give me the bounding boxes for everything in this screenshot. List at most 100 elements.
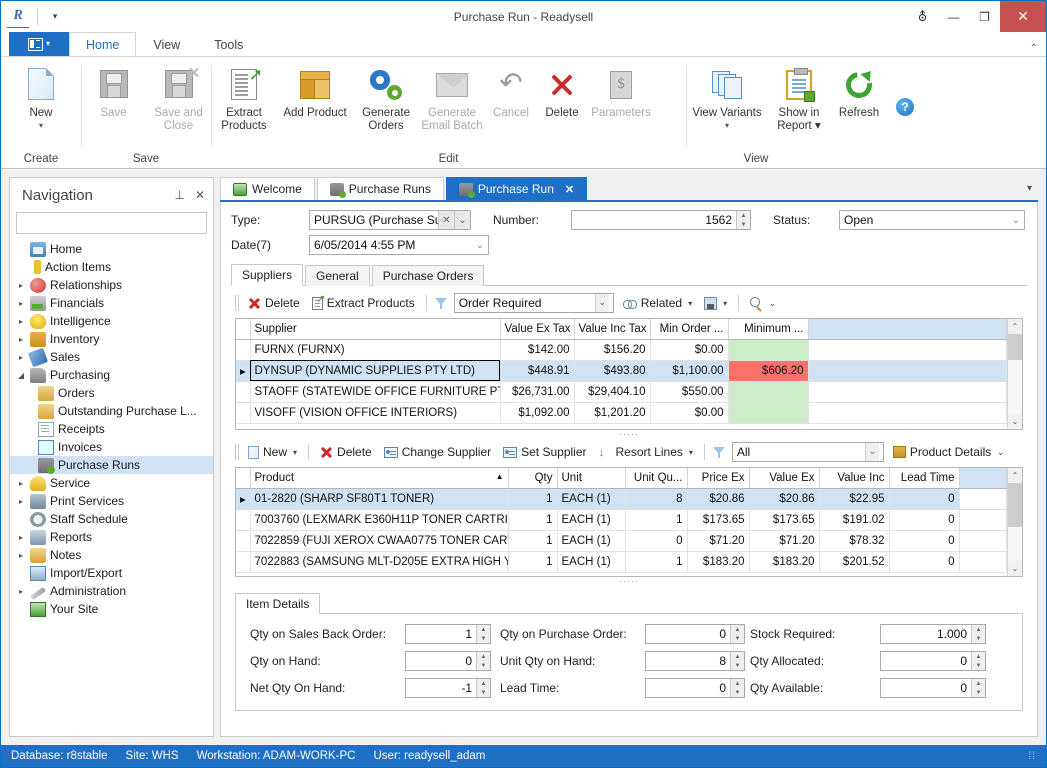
qty-available-field[interactable]: 0 ▲▼ <box>880 678 986 698</box>
delete-button[interactable]: Delete <box>537 63 587 120</box>
cell-supplier[interactable]: FURNX (FURNX) <box>250 339 500 360</box>
doc-tab-purchase-runs[interactable]: Purchase Runs <box>317 177 444 200</box>
cell-value-inc[interactable]: $78.32 <box>819 530 889 551</box>
col-value-ex[interactable]: Value Ex <box>749 468 819 488</box>
sidebar-item-purchasing[interactable]: ◢Purchasing <box>10 366 213 384</box>
suppliers-vertical-scrollbar[interactable]: ⌃ ⌄ <box>1007 319 1022 429</box>
cell-min-order[interactable]: $1,100.00 <box>650 360 728 381</box>
suppliers-search-button[interactable]: ⌄ <box>747 296 779 311</box>
clear-icon[interactable]: ✕ <box>438 211 454 229</box>
qty-allocated-field[interactable]: 0 ▲▼ <box>880 651 986 671</box>
number-spinner[interactable]: ▲▼ <box>736 211 750 229</box>
navigation-search-input[interactable] <box>16 212 207 234</box>
application-menu-button[interactable]: ▾ <box>9 32 69 56</box>
close-icon[interactable]: ✕ <box>195 188 205 202</box>
col-value-ex-tax[interactable]: Value Ex Tax <box>500 319 574 339</box>
sidebar-item-sales[interactable]: ▸Sales <box>10 348 213 366</box>
stepper[interactable]: ▲▼ <box>971 625 985 643</box>
refresh-button[interactable]: Refresh <box>830 63 888 120</box>
cell-unit-qty[interactable]: 1 <box>625 551 687 572</box>
cell-min-order[interactable]: $0.00 <box>650 339 728 360</box>
cell-value-inc-tax[interactable]: $29,404.10 <box>574 381 650 402</box>
tab-suppliers[interactable]: Suppliers <box>231 264 303 286</box>
chevron-down-icon[interactable]: ⌄ <box>595 294 609 312</box>
restore-up-icon[interactable]: ⛢ <box>907 1 938 32</box>
col-minimum[interactable]: Minimum ... <box>728 319 808 339</box>
cell-value-ex-tax[interactable]: $142.00 <box>500 339 574 360</box>
close-icon[interactable]: ✕ <box>565 183 574 196</box>
change-supplier-button[interactable]: Change Supplier <box>381 444 494 460</box>
chevron-down-icon[interactable]: ⌄ <box>454 211 470 229</box>
scroll-thumb[interactable] <box>1008 483 1022 527</box>
products-vertical-scrollbar[interactable]: ⌃ ⌄ <box>1007 468 1022 576</box>
show-in-report-button[interactable]: Show in Report ▾ <box>768 63 830 133</box>
chevron-down-icon[interactable]: ⌄ <box>472 236 488 254</box>
type-field[interactable]: PURSUG (Purchase Suggest... ✕ ⌄ <box>309 210 471 230</box>
extract-products-button[interactable]: ➚ Extract Products <box>211 63 277 133</box>
chevron-down-icon[interactable]: ⌄ <box>1008 211 1024 229</box>
save-button[interactable]: Save <box>81 63 146 120</box>
cell-qty[interactable]: 1 <box>508 488 557 509</box>
cell-value-ex-tax[interactable]: $1,092.00 <box>500 402 574 423</box>
cell-supplier[interactable]: VISOFF (VISION OFFICE INTERIORS) <box>250 402 500 423</box>
cell-supplier[interactable]: STAOFF (STATEWIDE OFFICE FURNITURE PTY L… <box>250 381 500 402</box>
cell-unit[interactable]: EACH (1) <box>557 509 625 530</box>
cell-value-ex-tax[interactable]: $26,731.00 <box>500 381 574 402</box>
cell-lead-time[interactable]: 0 <box>889 530 959 551</box>
cell-price-ex[interactable]: $173.65 <box>687 509 749 530</box>
suppliers-delete-button[interactable]: Delete <box>245 295 303 311</box>
cell-unit-qty[interactable]: 8 <box>625 488 687 509</box>
scroll-track[interactable] <box>1008 483 1022 561</box>
cell-supplier[interactable]: DYNSUP (DYNAMIC SUPPLIES PTY LTD) <box>250 360 500 381</box>
sidebar-item-receipts[interactable]: Receipts <box>10 420 213 438</box>
table-row[interactable]: FURNX (FURNX) $142.00 $156.20 $0.00 <box>236 339 1007 360</box>
cell-unit-qty[interactable]: 1 <box>625 509 687 530</box>
products-splitter[interactable]: ····· <box>235 577 1023 588</box>
tab-overflow-icon[interactable]: ▾ <box>1021 177 1038 200</box>
expander[interactable]: ▸ <box>16 587 26 596</box>
col-value-inc-tax[interactable]: Value Inc Tax <box>574 319 650 339</box>
expander[interactable]: ▸ <box>16 335 26 344</box>
tab-item-details[interactable]: Item Details <box>235 593 320 614</box>
sidebar-item-inventory[interactable]: ▸Inventory <box>10 330 213 348</box>
minimize-button[interactable]: — <box>938 1 969 32</box>
date-field[interactable]: 6/05/2014 4:55 PM ⌄ <box>309 235 489 255</box>
stepper[interactable]: ▲▼ <box>730 679 744 697</box>
expander[interactable]: ▸ <box>16 299 26 308</box>
sidebar-item-service[interactable]: ▸Service <box>10 474 213 492</box>
suppliers-save-layout-button[interactable]: ▾ <box>701 296 730 311</box>
toolbar-grip[interactable] <box>235 295 239 311</box>
col-unit[interactable]: Unit <box>557 468 625 488</box>
lead-time-field[interactable]: 0 ▲▼ <box>645 678 745 698</box>
sidebar-item-outstanding-purchase[interactable]: Outstanding Purchase L... <box>10 402 213 420</box>
table-row[interactable]: 7022883 (SAMSUNG MLT-D205E EXTRA HIGH YI… <box>236 551 1007 572</box>
cell-lead-time[interactable]: 0 <box>889 551 959 572</box>
cell-lead-time[interactable]: 0 <box>889 509 959 530</box>
expander[interactable]: ▸ <box>16 479 26 488</box>
tab-view[interactable]: View <box>136 32 197 56</box>
filter-icon[interactable] <box>713 446 726 459</box>
cell-qty[interactable]: 1 <box>508 509 557 530</box>
cell-min-order[interactable]: $550.00 <box>650 381 728 402</box>
number-field[interactable]: 1562 ▲▼ <box>571 210 751 230</box>
maximize-button[interactable]: ❐ <box>969 1 1000 32</box>
cell-value-ex[interactable]: $71.20 <box>749 530 819 551</box>
table-row[interactable]: VISOFF (VISION OFFICE INTERIORS) $1,092.… <box>236 402 1007 423</box>
tab-tools[interactable]: Tools <box>197 32 260 56</box>
tab-home[interactable]: Home <box>69 32 136 56</box>
cell-price-ex[interactable]: $20.86 <box>687 488 749 509</box>
cell-unit[interactable]: EACH (1) <box>557 530 625 551</box>
cell-qty[interactable]: 1 <box>508 551 557 572</box>
cell-value-inc-tax[interactable]: $1,201.20 <box>574 402 650 423</box>
table-row[interactable]: STAOFF (STATEWIDE OFFICE FURNITURE PTY L… <box>236 381 1007 402</box>
qty-purchase-order-field[interactable]: 0 ▲▼ <box>645 624 745 644</box>
scroll-thumb[interactable] <box>1008 334 1022 360</box>
cell-product[interactable]: 01-2820 (SHARP SF80T1 TONER) <box>250 488 508 509</box>
sidebar-item-financials[interactable]: ▸Financials <box>10 294 213 312</box>
related-button[interactable]: Related ▾ <box>620 295 695 311</box>
scroll-track[interactable] <box>1008 334 1022 414</box>
cell-unit[interactable]: EACH (1) <box>557 488 625 509</box>
sidebar-item-staff-schedule[interactable]: Staff Schedule <box>10 510 213 528</box>
sidebar-item-action-items[interactable]: Action Items <box>10 258 213 276</box>
doc-tab-welcome[interactable]: Welcome <box>220 177 315 200</box>
